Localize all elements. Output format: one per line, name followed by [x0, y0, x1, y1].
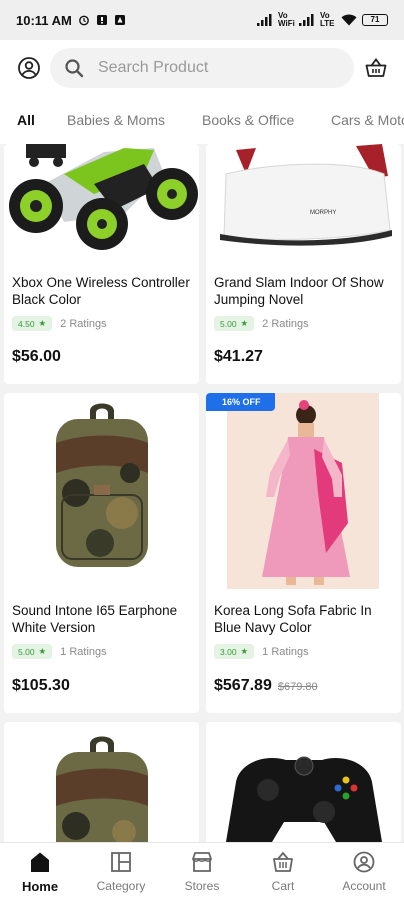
store-icon	[192, 852, 212, 872]
original-price: $679.80	[277, 681, 318, 693]
product-title: Sound Intone I65 Earphone White Version	[12, 603, 178, 635]
nav-label-cart: Cart	[271, 879, 295, 893]
star-icon: ★	[240, 646, 249, 656]
account-icon[interactable]	[17, 56, 41, 80]
wifi-icon	[341, 14, 357, 26]
basket-icon[interactable]	[364, 56, 388, 80]
bottom-navigation: Home Category Stores Cart Account	[0, 842, 404, 900]
home-icon	[31, 852, 49, 872]
product-card[interactable]: 16% OFF Korea Long Sofa Fabric In Blue N…	[206, 393, 401, 713]
rating-count: 2 Ratings	[262, 317, 309, 330]
product-image-backpack	[56, 403, 148, 567]
product-rating: 3.00 ★ 1 Ratings	[214, 644, 309, 659]
rating-badge: 3.00 ★	[214, 644, 255, 659]
search-bar[interactable]	[50, 48, 354, 88]
rating-count: 2 Ratings	[60, 317, 107, 330]
rating-value: 5.00	[220, 318, 237, 329]
battery-level: 71	[370, 15, 380, 24]
product-image-brand: MORPHY	[310, 210, 336, 216]
network-label-2: Vo LTE	[320, 11, 335, 28]
rating-value: 3.00	[220, 646, 237, 657]
nav-label-home: Home	[21, 879, 59, 894]
alarm-icon	[78, 15, 89, 26]
nav-category[interactable]: Category	[85, 851, 157, 893]
nav-label-category: Category	[96, 879, 146, 893]
status-time: 10:11 AM	[16, 12, 72, 28]
product-title: Korea Long Sofa Fabric In Blue Navy Colo…	[214, 603, 372, 635]
product-image-xbox-controller	[226, 756, 382, 842]
battery-icon: 71	[362, 14, 388, 26]
category-tabs: All Babies & Moms Books & Office Cars & …	[0, 98, 404, 144]
rating-value: 5.00	[18, 646, 35, 657]
star-icon: ★	[38, 646, 47, 656]
cart-icon	[273, 851, 293, 872]
nav-label-account: Account	[342, 879, 386, 893]
status-bar: 10:11 AM Vo WiFi Vo LTE 71	[0, 0, 404, 40]
product-title: Xbox One Wireless Controller Black Color	[12, 275, 190, 307]
product-card[interactable]: Xbox One Wireless Controller Black Color…	[4, 144, 199, 384]
app-header	[0, 40, 404, 98]
product-image-girl-dress	[227, 393, 379, 589]
star-icon: ★	[38, 318, 47, 328]
discount-badge: 16% OFF	[206, 393, 275, 411]
star-icon: ★	[240, 318, 249, 328]
signal-icon-2	[299, 14, 314, 26]
rating-value: 4.50	[18, 318, 35, 329]
app-notification-icon	[114, 15, 125, 25]
rating-badge: 4.50 ★	[12, 316, 53, 331]
product-price: $105.30	[12, 677, 70, 694]
current-price: $567.89	[214, 677, 272, 694]
rating-count: 1 Ratings	[60, 645, 107, 658]
product-card[interactable]	[4, 722, 199, 842]
nav-stores[interactable]: Stores	[166, 851, 238, 893]
rating-badge: 5.00 ★	[214, 316, 255, 331]
tab-books-office[interactable]: Books & Office	[202, 112, 294, 128]
nav-account[interactable]: Account	[328, 851, 400, 893]
rating-count: 1 Ratings	[262, 645, 309, 658]
nav-label-stores: Stores	[184, 879, 220, 893]
notification-icon	[96, 15, 107, 25]
search-input[interactable]	[98, 59, 328, 77]
tab-cars-motors[interactable]: Cars & Motors	[331, 112, 404, 128]
product-title: Grand Slam Indoor Of Show Jumping Novel	[214, 275, 384, 307]
rating-badge: 5.00 ★	[12, 644, 53, 659]
nav-home[interactable]: Home	[4, 851, 76, 894]
product-price: $56.00	[12, 348, 61, 365]
account-icon	[353, 851, 375, 873]
tab-all[interactable]: All	[17, 112, 35, 128]
product-card[interactable]: MORPHY Grand Slam Indoor Of Show Jumping…	[206, 144, 401, 384]
signal-icon	[257, 14, 272, 26]
product-rating: 5.00 ★ 1 Ratings	[12, 644, 107, 659]
product-image-steam-iron: MORPHY	[220, 144, 392, 246]
product-rating: 5.00 ★ 2 Ratings	[214, 316, 309, 331]
nav-cart[interactable]: Cart	[247, 851, 319, 893]
category-icon	[111, 852, 131, 872]
network-label-1: Vo WiFi	[278, 11, 295, 28]
product-rating: 4.50 ★ 2 Ratings	[12, 316, 107, 331]
product-price: $567.89 $679.80	[214, 677, 318, 695]
search-icon	[65, 59, 84, 78]
product-price: $41.27	[214, 348, 263, 365]
product-card[interactable]	[206, 722, 401, 842]
product-image-rc-car	[9, 144, 198, 250]
tab-babies-moms[interactable]: Babies & Moms	[67, 112, 165, 128]
product-card[interactable]: Sound Intone I65 Earphone White Version …	[4, 393, 199, 713]
product-image-backpack	[56, 736, 148, 842]
product-grid: Xbox One Wireless Controller Black Color…	[0, 144, 404, 842]
